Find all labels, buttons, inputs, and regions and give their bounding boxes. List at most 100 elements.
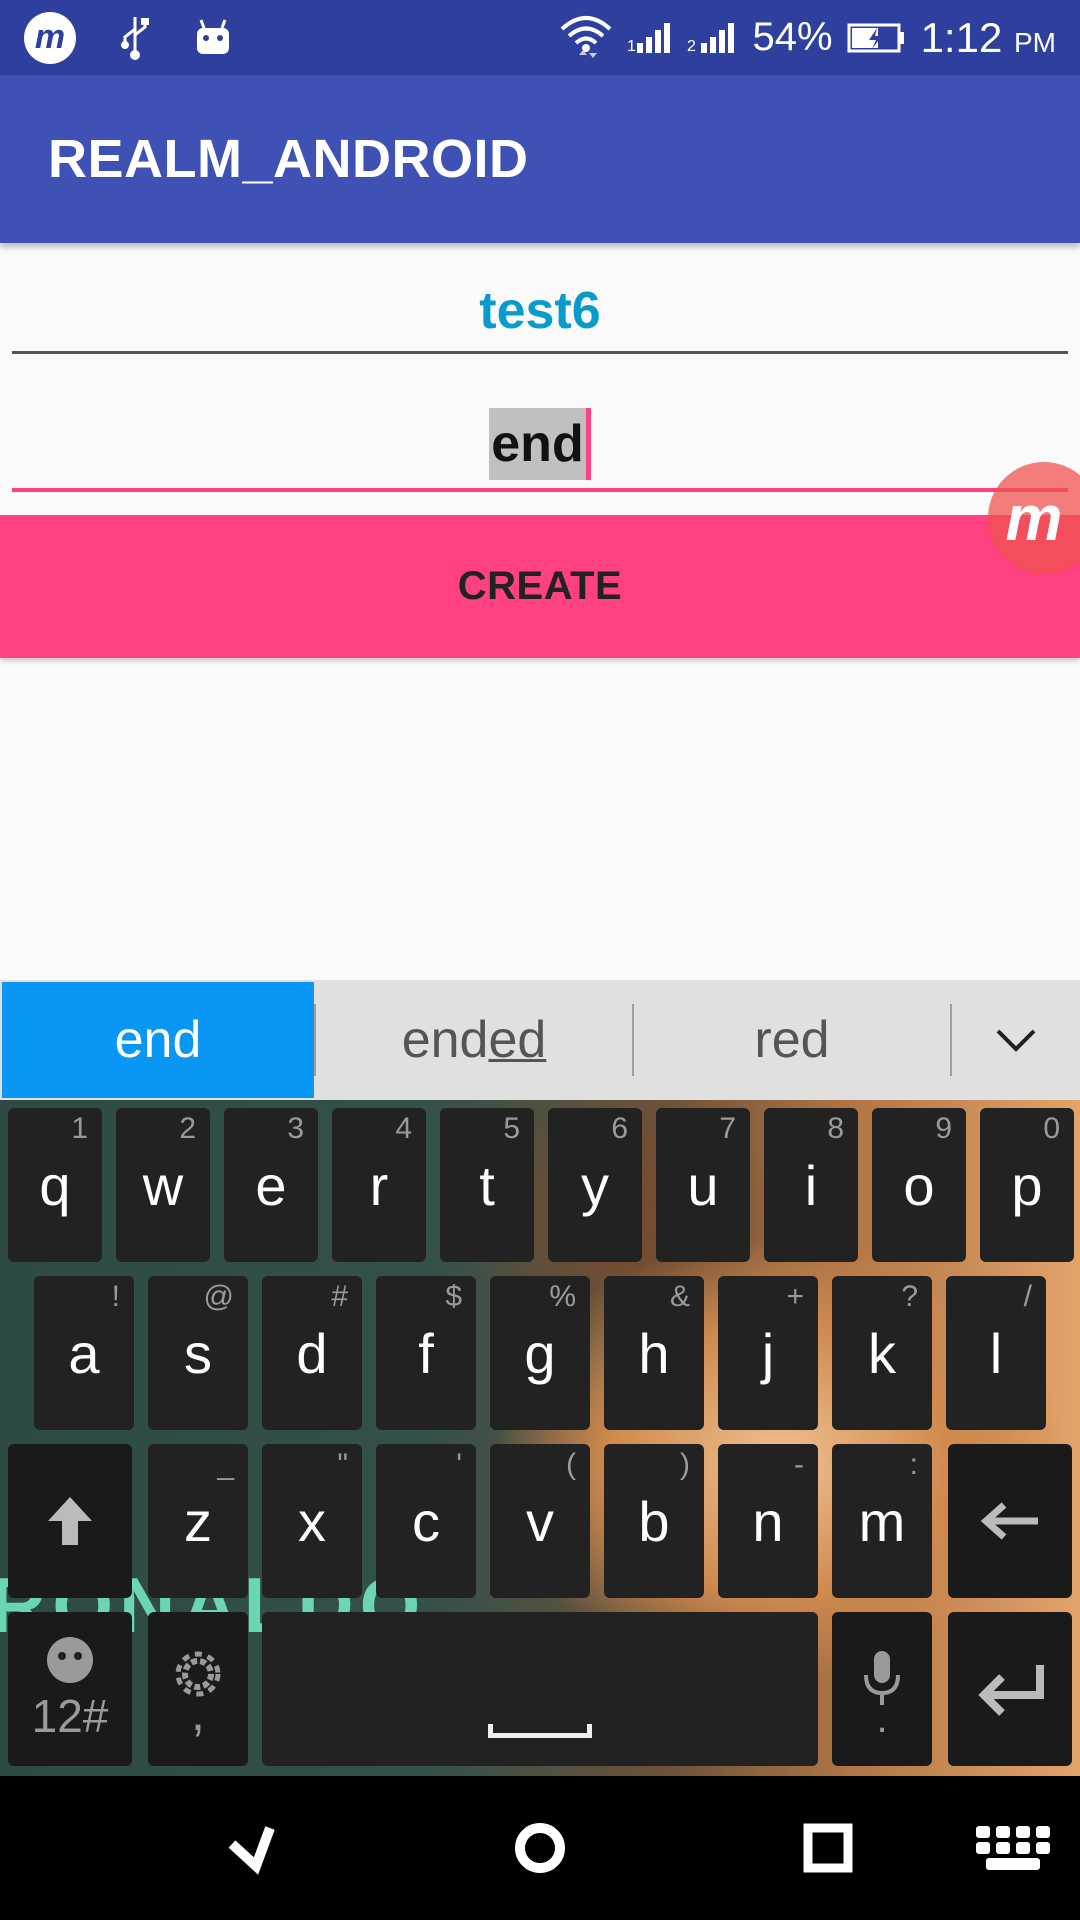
usb-icon [118, 15, 152, 61]
key-hint: 4 [395, 1112, 412, 1145]
key-label: b [638, 1489, 670, 1553]
key-r[interactable]: 4r [332, 1108, 426, 1262]
space-icon [488, 1724, 592, 1738]
comma-label: , [191, 1685, 205, 1741]
key-v[interactable]: (v [490, 1444, 590, 1598]
suggestion-1[interactable]: end [2, 982, 314, 1098]
clock: 1:12 PM [920, 13, 1056, 61]
key-label: t [479, 1153, 495, 1217]
period-label: . [876, 1697, 888, 1741]
enter-key[interactable] [948, 1612, 1072, 1766]
key-hint: 8 [827, 1112, 844, 1145]
key-hint: 7 [719, 1112, 736, 1145]
key-label: u [687, 1153, 719, 1217]
key-c[interactable]: ' c [376, 1444, 476, 1598]
key-label: d [296, 1321, 328, 1385]
suggestion-2[interactable]: end ed [316, 980, 632, 1100]
shift-key[interactable] [8, 1444, 132, 1598]
key-hint: 2 [179, 1112, 196, 1145]
key-i[interactable]: 8i [764, 1108, 858, 1262]
key-hint: 9 [935, 1112, 952, 1145]
key-label: e [255, 1153, 287, 1217]
key-label: j [761, 1321, 775, 1385]
key-u[interactable]: 7u [656, 1108, 750, 1262]
key-label: i [804, 1153, 818, 1217]
key-g[interactable]: % g [490, 1276, 590, 1430]
key-label: z [184, 1489, 212, 1553]
shift-arrow-icon [48, 1497, 92, 1545]
key-hint: : [909, 1448, 918, 1481]
app-bar: REALM_ANDROID [0, 75, 1080, 243]
key-q[interactable]: 1q [8, 1108, 102, 1262]
text-field-2-value: end [489, 408, 586, 480]
key-label: m [858, 1489, 906, 1553]
key-hint: $ [445, 1280, 462, 1313]
key-hint: _ [217, 1448, 234, 1481]
key-l[interactable]: / l [946, 1276, 1046, 1430]
key-hint: & [669, 1280, 690, 1313]
app-title: REALM_ANDROID [48, 129, 529, 189]
key-label: f [418, 1321, 434, 1385]
key-a[interactable]: ! a [34, 1276, 134, 1430]
key-label: n [752, 1489, 784, 1553]
key-t[interactable]: 5t [440, 1108, 534, 1262]
key-label: r [369, 1153, 389, 1217]
key-label: k [868, 1321, 896, 1385]
key-hint: ' [456, 1448, 462, 1481]
key-f[interactable]: $ f [376, 1276, 476, 1430]
key-label: v [526, 1489, 554, 1553]
key-hint: ? [901, 1280, 918, 1313]
key-hint: % [549, 1280, 576, 1313]
svg-text:1: 1 [627, 38, 636, 55]
emoji-icon [47, 1637, 93, 1683]
settings-comma-key[interactable]: , [148, 1612, 248, 1766]
back-icon[interactable] [172, 1776, 332, 1920]
chevron-down-icon[interactable] [952, 980, 1080, 1100]
key-y[interactable]: 6y [548, 1108, 642, 1262]
key-b[interactable]: ) b [604, 1444, 704, 1598]
key-x[interactable]: " x [262, 1444, 362, 1598]
suggestion-3[interactable]: red [634, 980, 950, 1100]
key-hint: 3 [287, 1112, 304, 1145]
android-debug-icon [194, 18, 232, 58]
key-hint: " [337, 1448, 348, 1481]
mic-key[interactable]: . [832, 1612, 932, 1766]
key-label: c [412, 1489, 440, 1553]
backspace-key[interactable] [948, 1444, 1072, 1598]
key-j[interactable]: + j [718, 1276, 818, 1430]
key-hint: ( [566, 1448, 576, 1481]
signal-1-icon: 1 [627, 21, 673, 55]
space-bar[interactable] [262, 1612, 818, 1766]
key-e[interactable]: 3e [224, 1108, 318, 1262]
signal-2-icon: 2 [687, 21, 739, 55]
key-label: q [39, 1153, 71, 1217]
key-w[interactable]: 2w [116, 1108, 210, 1262]
key-z[interactable]: _ z [148, 1444, 248, 1598]
key-o[interactable]: 9o [872, 1108, 966, 1262]
key-label: y [581, 1153, 609, 1217]
create-button[interactable]: CREATE [0, 515, 1080, 658]
text-cursor [585, 408, 591, 480]
key-d[interactable]: # d [262, 1276, 362, 1430]
navigation-bar [0, 1776, 1080, 1920]
text-field-1[interactable]: test6 [12, 270, 1068, 354]
key-p[interactable]: 0p [980, 1108, 1074, 1262]
home-icon[interactable] [460, 1776, 620, 1920]
backspace-arrow-icon [980, 1502, 1038, 1540]
key-h[interactable]: & h [604, 1276, 704, 1430]
key-n[interactable]: -n [718, 1444, 818, 1598]
battery-charging-icon [847, 22, 907, 54]
symbols-key[interactable]: 12# [8, 1612, 132, 1766]
key-hint: # [331, 1280, 348, 1313]
create-button-label: CREATE [457, 564, 623, 608]
enter-arrow-icon [978, 1665, 1044, 1716]
key-m[interactable]: :m [832, 1444, 932, 1598]
keyboard-icon[interactable] [948, 1776, 1080, 1920]
suggestion-strip: end end ed red [0, 980, 1080, 1100]
recents-icon[interactable] [748, 1776, 908, 1920]
key-s[interactable]: @ s [148, 1276, 248, 1430]
text-field-2[interactable]: end [12, 400, 1068, 492]
key-hint: 6 [611, 1112, 628, 1145]
key-k[interactable]: ? k [832, 1276, 932, 1430]
key-hint: / [1023, 1280, 1032, 1313]
